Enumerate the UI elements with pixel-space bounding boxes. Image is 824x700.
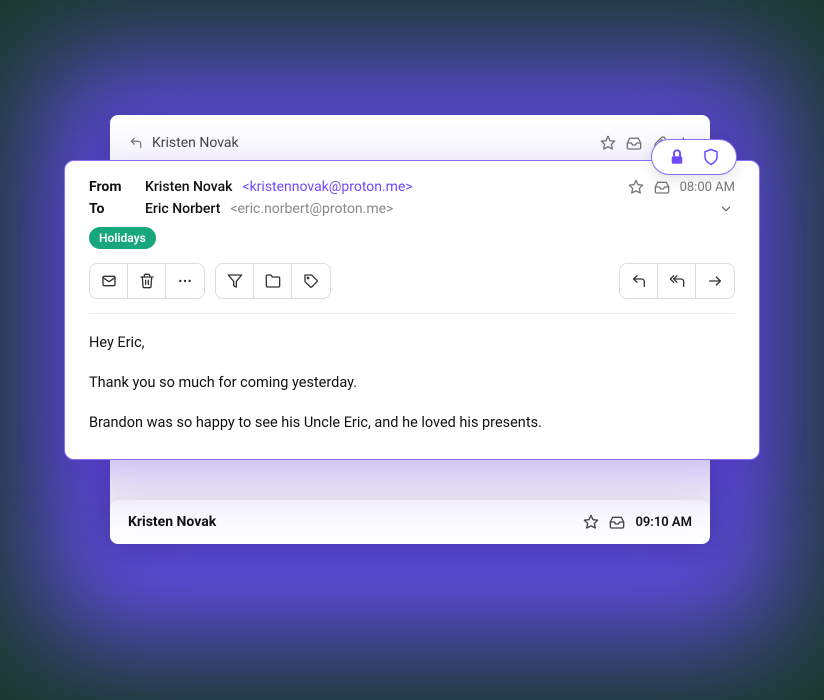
security-pill[interactable] — [651, 139, 737, 175]
reply-icon — [128, 136, 144, 150]
body-paragraph: Thank you so much for coming yesterday. — [89, 372, 735, 394]
divider — [89, 313, 735, 314]
to-row: To Eric Norbert <eric.norbert@proton.me> — [89, 201, 735, 217]
email-toolbar — [89, 263, 735, 299]
to-email[interactable]: <eric.norbert@proton.me> — [230, 201, 393, 217]
email-detail-card: From Kristen Novak <kristennovak@proton.… — [64, 160, 760, 460]
email-time: 08:00 AM — [680, 180, 735, 195]
filter-button[interactable] — [216, 264, 254, 298]
lock-icon — [668, 148, 686, 166]
label-button[interactable] — [292, 264, 330, 298]
move-folder-button[interactable] — [254, 264, 292, 298]
chevron-down-icon[interactable] — [717, 202, 735, 216]
body-paragraph: Hey Eric, — [89, 332, 735, 354]
to-label: To — [89, 201, 135, 217]
back-sender-name: Kristen Novak — [152, 135, 592, 151]
email-body: Hey Eric, Thank you so much for coming y… — [89, 332, 735, 433]
bottom-sender-name: Kristen Novak — [128, 514, 573, 530]
reply-button[interactable] — [620, 264, 658, 298]
inbox-icon[interactable] — [609, 514, 625, 530]
message-list-row[interactable]: Kristen Novak 09:10 AM — [110, 500, 710, 544]
more-button[interactable] — [166, 264, 204, 298]
from-label: From — [89, 179, 135, 195]
bottom-time: 09:10 AM — [635, 515, 692, 530]
inbox-icon[interactable] — [626, 135, 642, 151]
from-row: From Kristen Novak <kristennovak@proton.… — [89, 179, 735, 195]
from-email[interactable]: <kristennovak@proton.me> — [242, 179, 412, 195]
to-name: Eric Norbert — [145, 201, 220, 217]
trash-button[interactable] — [128, 264, 166, 298]
label-tag[interactable]: Holidays — [89, 227, 156, 249]
reply-all-button[interactable] — [658, 264, 696, 298]
from-name: Kristen Novak — [145, 179, 232, 195]
inbox-icon[interactable] — [654, 179, 670, 195]
star-icon[interactable] — [583, 514, 599, 530]
forward-button[interactable] — [696, 264, 734, 298]
mark-read-button[interactable] — [90, 264, 128, 298]
star-icon[interactable] — [600, 135, 616, 151]
star-icon[interactable] — [628, 179, 644, 195]
shield-icon — [702, 148, 720, 166]
body-paragraph: Brandon was so happy to see his Uncle Er… — [89, 412, 735, 434]
